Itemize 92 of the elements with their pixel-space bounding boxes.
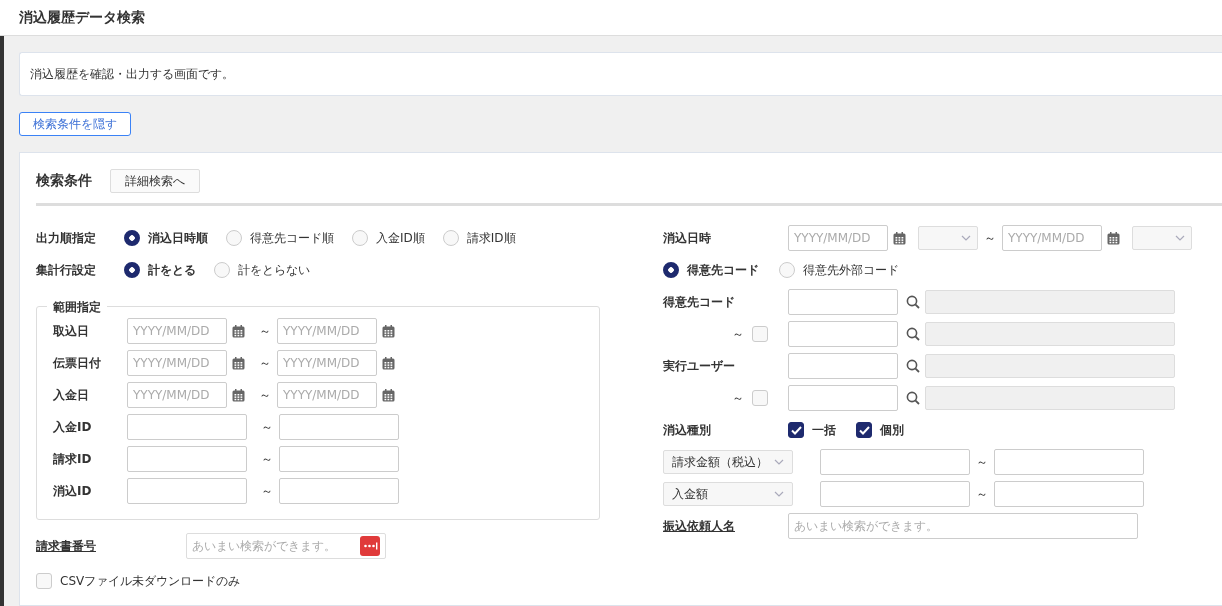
search-icon[interactable] bbox=[906, 295, 920, 309]
field-label: 取込日 bbox=[53, 322, 90, 340]
field-link[interactable]: 振込依頼人名 bbox=[663, 517, 788, 535]
input-field[interactable] bbox=[994, 481, 1144, 507]
radio-label[interactable]: 入金ID順 bbox=[376, 229, 425, 247]
radio-button[interactable] bbox=[663, 262, 679, 278]
input-field[interactable] bbox=[820, 481, 970, 507]
input-field[interactable] bbox=[279, 446, 399, 472]
date-field[interactable]: YYYY/MM/DD bbox=[127, 382, 227, 408]
fieldset-legend: 範囲指定 bbox=[47, 299, 107, 316]
date-field[interactable]: YYYY/MM/DD bbox=[127, 318, 227, 344]
date-field[interactable]: YYYY/MM/DD bbox=[788, 225, 888, 251]
range-tilde: ～ bbox=[258, 386, 272, 404]
input-field[interactable] bbox=[127, 414, 247, 440]
radio-label[interactable]: 消込日時順 bbox=[148, 229, 208, 247]
radio-button[interactable] bbox=[124, 262, 140, 278]
date-field[interactable]: YYYY/MM/DD bbox=[277, 318, 377, 344]
input-field[interactable] bbox=[279, 478, 399, 504]
calendar-icon[interactable] bbox=[382, 356, 395, 370]
calendar-icon[interactable] bbox=[1107, 231, 1120, 245]
input-field[interactable] bbox=[788, 385, 898, 411]
input-field[interactable] bbox=[279, 414, 399, 440]
field-label: 出力順指定 bbox=[36, 229, 97, 247]
date-field[interactable]: YYYY/MM/DD bbox=[1002, 225, 1102, 251]
range-tilde: ～ bbox=[260, 482, 274, 500]
field-label: 入金日 bbox=[53, 386, 90, 404]
radio-label[interactable]: 計をとる bbox=[148, 261, 196, 279]
input-field[interactable] bbox=[127, 446, 247, 472]
caret-icon bbox=[774, 459, 784, 465]
field-label: 消込日時 bbox=[663, 229, 712, 247]
radio-label[interactable]: 計をとらない bbox=[238, 261, 310, 279]
caret-icon bbox=[1175, 235, 1185, 241]
section-heading: 検索条件 bbox=[36, 172, 92, 190]
input-field[interactable] bbox=[994, 449, 1144, 475]
calendar-icon[interactable] bbox=[382, 324, 395, 338]
checkbox-label[interactable]: 一括 bbox=[812, 421, 836, 439]
field-label: 実行ユーザー bbox=[663, 357, 736, 375]
range-tilde: ～ bbox=[732, 389, 744, 407]
radio-button[interactable] bbox=[124, 230, 140, 246]
field-link[interactable]: 請求書番号 bbox=[36, 537, 186, 555]
range-tilde: ～ bbox=[258, 354, 272, 372]
time-select[interactable] bbox=[1132, 226, 1192, 250]
calendar-icon[interactable] bbox=[232, 388, 245, 402]
field-label: 消込ID bbox=[53, 482, 93, 500]
calendar-icon[interactable] bbox=[382, 388, 395, 402]
input-field[interactable] bbox=[788, 353, 898, 379]
input-field[interactable] bbox=[820, 449, 970, 475]
range-tilde: ～ bbox=[260, 418, 274, 436]
input-field[interactable] bbox=[788, 289, 898, 315]
caret-icon bbox=[961, 235, 971, 241]
checkbox-label[interactable]: 個別 bbox=[880, 421, 904, 439]
more-icon[interactable] bbox=[360, 536, 380, 556]
calendar-icon[interactable] bbox=[232, 324, 245, 338]
input-field[interactable] bbox=[127, 478, 247, 504]
search-icon[interactable] bbox=[906, 391, 920, 405]
field-label: 消込種別 bbox=[663, 421, 712, 439]
range-tilde: ～ bbox=[975, 485, 989, 503]
date-field[interactable]: YYYY/MM/DD bbox=[127, 350, 227, 376]
field-label: 集計行設定 bbox=[36, 261, 97, 279]
range-tilde: ～ bbox=[258, 322, 272, 340]
radio-label[interactable]: 請求ID順 bbox=[466, 229, 516, 247]
calendar-icon[interactable] bbox=[232, 356, 245, 370]
range-tilde: ～ bbox=[983, 229, 997, 247]
checkbox[interactable] bbox=[788, 422, 804, 438]
checkbox[interactable] bbox=[856, 422, 872, 438]
caret-icon bbox=[774, 491, 784, 497]
field-label: 得意先コード bbox=[663, 293, 736, 311]
field-label: 入金ID bbox=[53, 418, 93, 436]
amount-type-select[interactable]: 入金額 bbox=[663, 482, 793, 506]
calendar-icon[interactable] bbox=[893, 231, 906, 245]
remitter-name-field[interactable]: あいまい検索ができます。 bbox=[788, 513, 1138, 539]
search-icon[interactable] bbox=[906, 327, 920, 341]
radio-label[interactable]: 得意先外部コード bbox=[803, 261, 899, 279]
input-field[interactable] bbox=[788, 321, 898, 347]
page-title: 消込履歴データ検索 bbox=[19, 8, 145, 27]
range-tilde: ～ bbox=[975, 453, 989, 471]
date-field[interactable]: YYYY/MM/DD bbox=[277, 382, 377, 408]
radio-label[interactable]: 得意先コード順 bbox=[250, 229, 334, 247]
range-tilde: ～ bbox=[260, 450, 274, 468]
detail-search-button[interactable]: 詳細検索へ bbox=[110, 169, 200, 193]
time-select[interactable] bbox=[918, 226, 978, 250]
date-field[interactable]: YYYY/MM/DD bbox=[277, 350, 377, 376]
field-label: 伝票日付 bbox=[53, 354, 102, 372]
search-icon[interactable] bbox=[906, 359, 920, 373]
hide-conditions-button[interactable]: 検索条件を隠す bbox=[19, 112, 131, 136]
checkbox-label[interactable]: CSVファイル未ダウンロードのみ bbox=[60, 572, 241, 590]
range-tilde: ～ bbox=[732, 325, 744, 343]
radio-label[interactable]: 得意先コード bbox=[687, 261, 759, 279]
description-panel: 消込履歴を確認・出力する画面です。 bbox=[19, 52, 1222, 96]
field-label: 請求ID bbox=[53, 450, 93, 468]
amount-type-select[interactable]: 請求金額（税込） bbox=[663, 450, 793, 474]
invoice-number-field[interactable]: あいまい検索ができます。 bbox=[186, 533, 386, 559]
